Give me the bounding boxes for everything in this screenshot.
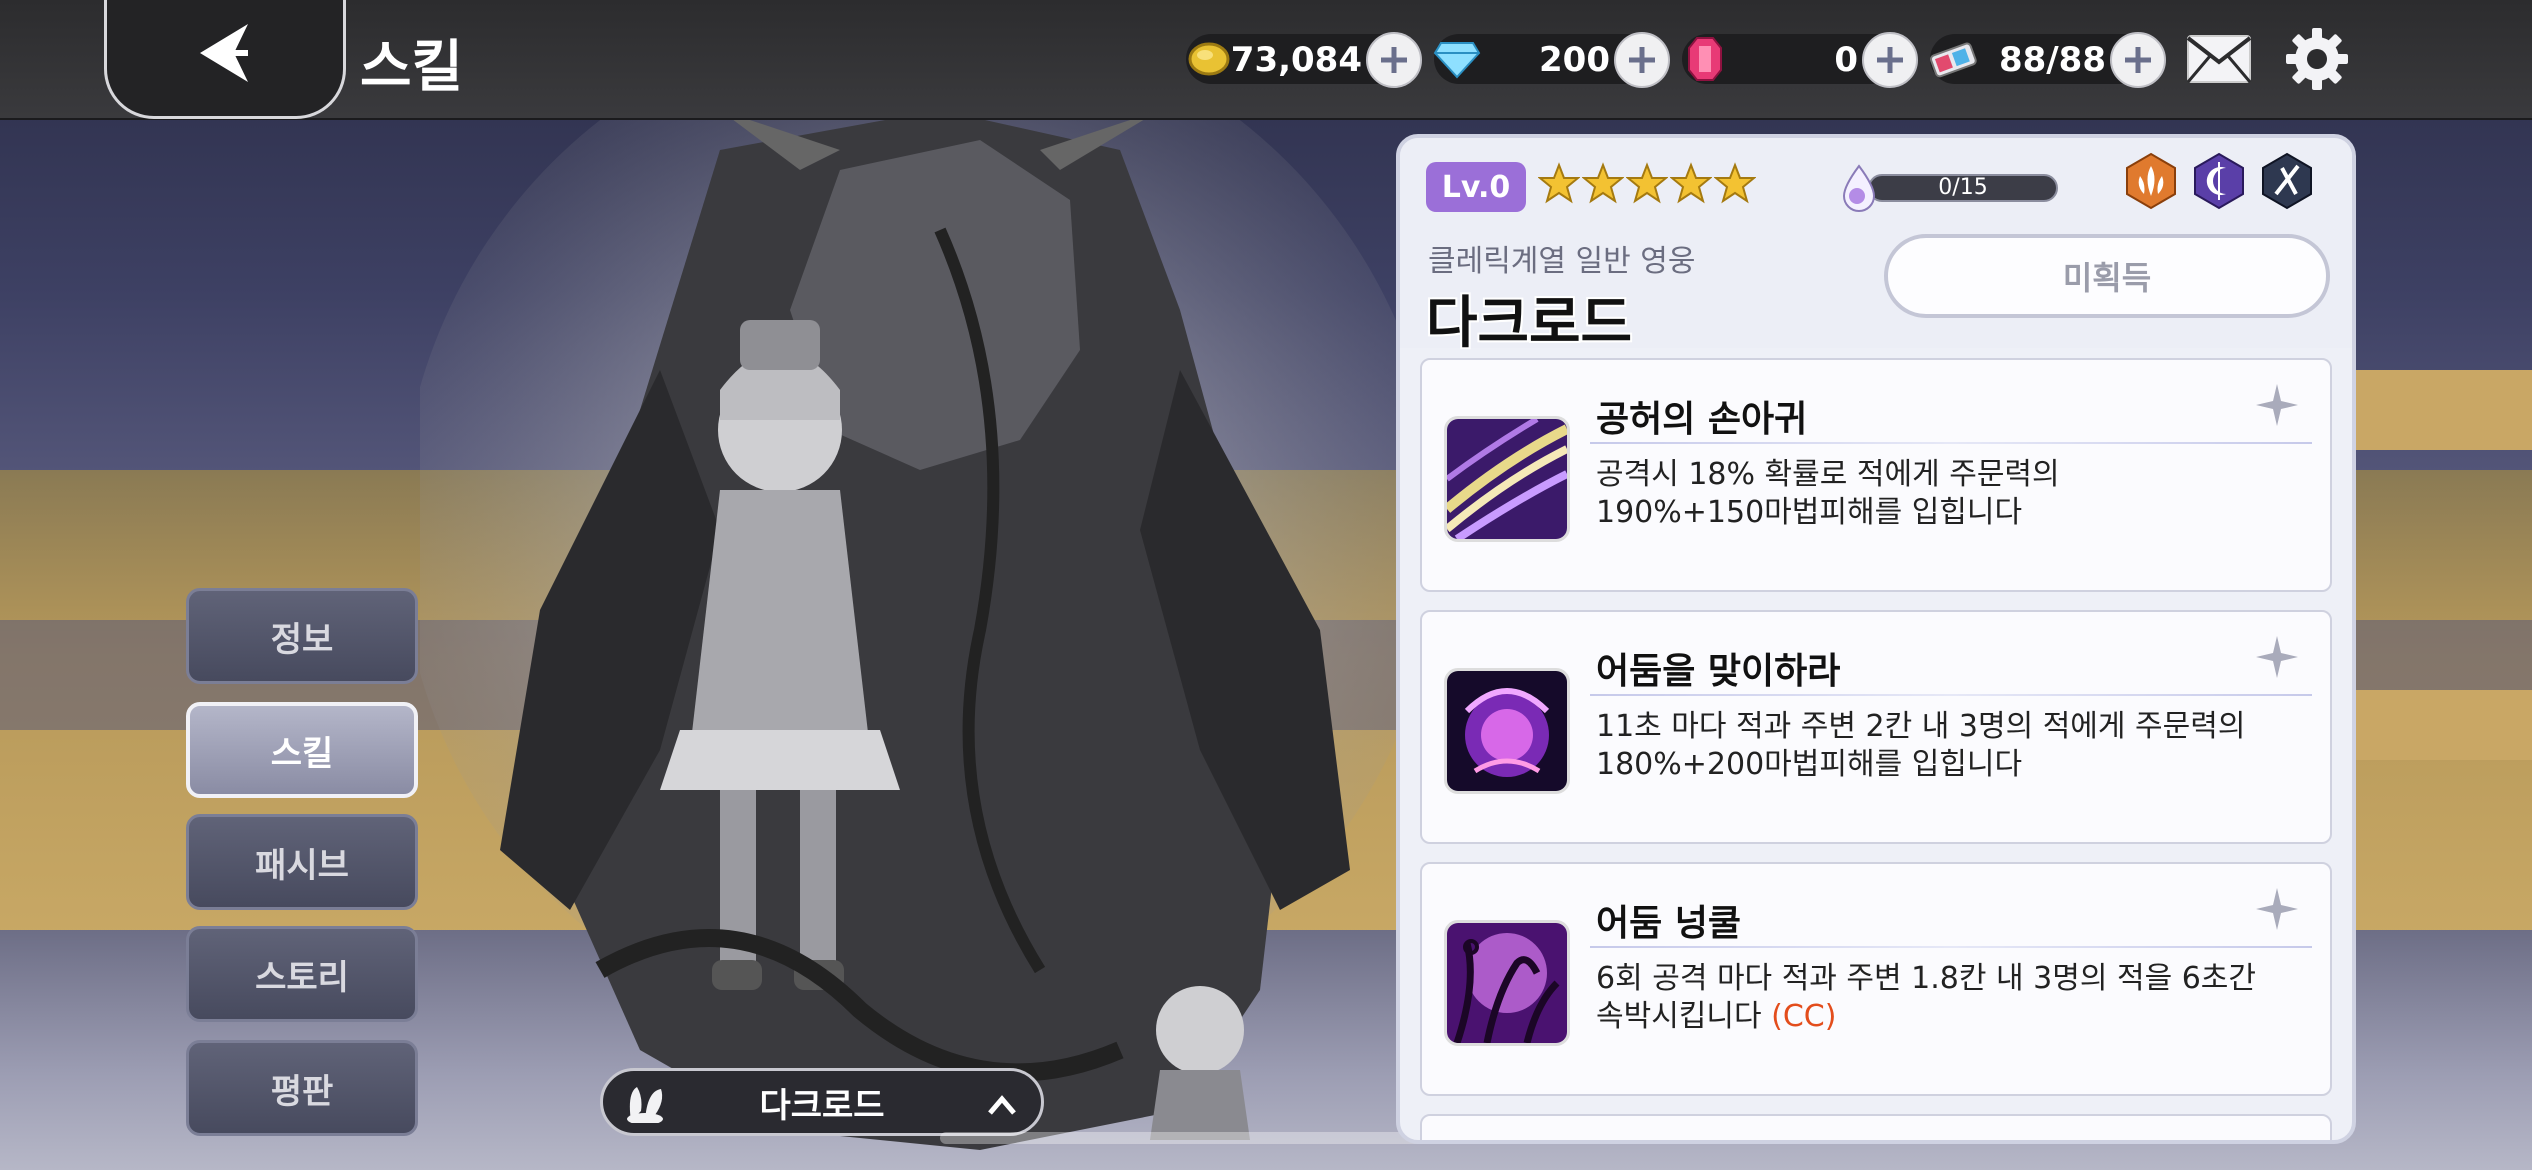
star-icon (1582, 162, 1624, 204)
skill-name: 공허의 손아귀 (1596, 399, 1808, 440)
mail-button[interactable] (2186, 30, 2252, 88)
hero-category: 클레릭계열 일반 영웅 (1428, 244, 1696, 279)
background-stripe-right-lower (2340, 690, 2532, 760)
hero-illustration (420, 110, 1400, 1150)
star-icon (1714, 162, 1756, 204)
tab-reputation[interactable]: 평판 (186, 1040, 418, 1136)
rabbit-icon (627, 1087, 663, 1123)
skill-card[interactable]: 어둠 넝쿨 6회 공격 마다 적과 주변 1.8칸 내 3명의 적을 6초간 속… (1420, 862, 2332, 1096)
currency-gold: 73,084 (1186, 30, 1422, 88)
void-grasp-skill-icon (1444, 416, 1570, 542)
skill-description: 6회 공격 마다 적과 주변 1.8칸 내 3명의 적을 6초간 속박시킵니다 … (1596, 961, 2256, 1034)
star-icon (1538, 162, 1580, 204)
diamond-icon (1428, 30, 1486, 88)
sparkle-icon (2256, 384, 2298, 426)
currency-ruby: 0 (1682, 30, 1918, 88)
tab-story[interactable]: 스토리 (186, 926, 418, 1022)
fire-emblem-icon (2126, 152, 2176, 210)
skill-panel: Lv.0 0/15 클레릭계열 일반 영웅 다크로드 미획득 공허의 손아귀 공… (1396, 134, 2356, 1144)
star-icon (1670, 162, 1712, 204)
skill-divider (1590, 442, 2312, 444)
tab-passive[interactable]: 패시브 (186, 814, 418, 910)
ruby-icon (1676, 30, 1734, 88)
ruby-value: 0 (1834, 40, 1858, 80)
currency-ticket: 88/88 (1929, 30, 2166, 88)
skill-card[interactable] (1420, 1114, 2332, 1140)
exp-gauge: 0/15 (1838, 160, 2060, 214)
skill-divider (1590, 946, 2312, 948)
page-title: 스킬 (360, 35, 464, 100)
sparkle-icon (2256, 636, 2298, 678)
back-button[interactable] (104, 0, 346, 119)
hero-selector-label: 다크로드 (759, 1085, 885, 1126)
unacquired-button[interactable]: 미획득 (1884, 234, 2330, 318)
hero-name: 다크로드 (1426, 291, 1633, 356)
class-icons (2122, 152, 2316, 210)
plus-icon (1877, 47, 1903, 73)
skill-name: 어둠 넝쿨 (1596, 903, 1742, 944)
add-diamond-button[interactable] (1614, 32, 1670, 88)
dark-vines-skill-icon (1444, 920, 1570, 1046)
hero-header: Lv.0 0/15 클레릭계열 일반 영웅 다크로드 미획득 (1400, 138, 2352, 356)
back-arrow-icon (200, 24, 248, 82)
gold-value: 73,084 (1230, 40, 1362, 80)
skill-divider (1590, 694, 2312, 696)
skill-description: 11초 마다 적과 주변 2칸 내 3명의 적에게 주문력의 180%+200마… (1596, 709, 2246, 782)
add-ruby-button[interactable] (1862, 32, 1918, 88)
ticket-icon (1924, 30, 1982, 88)
add-gold-button[interactable] (1366, 32, 1422, 88)
skill-list[interactable]: 공허의 손아귀 공격시 18% 확률로 적에게 주문력의 190%+150마법피… (1420, 358, 2332, 1140)
level-badge: Lv.0 (1426, 162, 1526, 212)
hero-selector-dropdown[interactable]: 다크로드 (600, 1068, 1044, 1136)
exp-text: 0/15 (1938, 175, 1988, 200)
settings-button[interactable] (2284, 26, 2350, 92)
star-rating (1538, 162, 1756, 204)
gear-icon (2286, 28, 2348, 90)
gold-coin-icon (1180, 30, 1238, 88)
top-bar: 스킬 73,084 200 0 88/88 (0, 0, 2532, 120)
crossed-swords-icon (2262, 152, 2312, 210)
background-stripe-right (2340, 370, 2532, 450)
exp-bar: 0/15 (1868, 174, 2058, 202)
cc-tag: (CC) (1771, 999, 1837, 1034)
ticket-value: 88/88 (1998, 40, 2106, 80)
tab-info[interactable]: 정보 (186, 588, 418, 684)
skill-card[interactable]: 공허의 손아귀 공격시 18% 확률로 적에게 주문력의 190%+150마법피… (1420, 358, 2332, 592)
plus-icon (1629, 47, 1655, 73)
add-ticket-button[interactable] (2110, 32, 2166, 88)
mail-icon (2186, 35, 2252, 83)
star-icon (1626, 162, 1668, 204)
currency-diamond: 200 (1433, 30, 1670, 88)
tab-skill[interactable]: 스킬 (186, 702, 418, 798)
diamond-value: 200 (1539, 40, 1610, 80)
skill-name: 어둠을 맞이하라 (1596, 651, 1841, 692)
plus-icon (1381, 47, 1407, 73)
chevron-up-icon (988, 1095, 1016, 1115)
plus-icon (2125, 47, 2151, 73)
skill-card[interactable]: 어둠을 맞이하라 11초 마다 적과 주변 2칸 내 3명의 적에게 주문력의 … (1420, 610, 2332, 844)
moon-crest-icon (2194, 152, 2244, 210)
skill-description: 공격시 18% 확률로 적에게 주문력의 190%+150마법피해를 입힙니다 (1596, 457, 2060, 530)
embrace-darkness-skill-icon (1444, 668, 1570, 794)
soul-drop-icon (1842, 164, 1876, 212)
sparkle-icon (2256, 888, 2298, 930)
